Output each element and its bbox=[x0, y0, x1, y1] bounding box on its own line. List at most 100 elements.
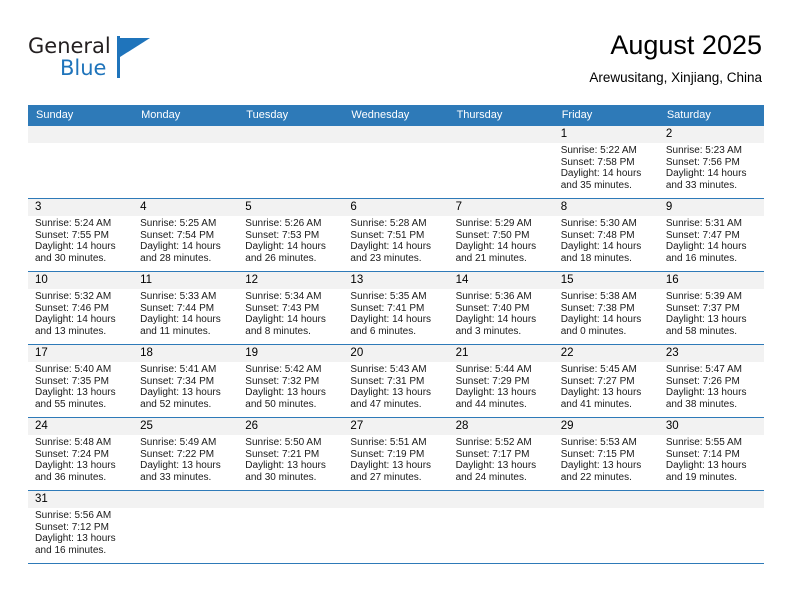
day-sun-info: Sunrise: 5:38 AM Sunset: 7:38 PM Daylight:… bbox=[554, 289, 659, 337]
calendar-day-cell[interactable]: 31 Sunrise: 5:56 AM Sunset: 7:12 PM Dayligh… bbox=[28, 491, 134, 563]
calendar-day-cell[interactable]: 26 Sunrise: 5:50 AM Sunset: 7:21 PM Dayligh… bbox=[238, 418, 344, 490]
daylight-text-line2: and 35 minutes. bbox=[560, 179, 632, 191]
sunset-text: Sunset: 7:14 PM bbox=[665, 448, 740, 460]
sunrise-text: Sunrise: 5:32 AM bbox=[35, 291, 112, 302]
calendar-day-cell[interactable]: 5 Sunrise: 5:26 AM Sunset: 7:53 PM Daylight… bbox=[238, 199, 344, 271]
daylight-text-line1: Daylight: 14 hours bbox=[140, 314, 221, 326]
calendar-day-cell[interactable]: 29 Sunrise: 5:53 AM Sunset: 7:15 PM Dayligh… bbox=[553, 418, 659, 490]
page-title: August 2025 bbox=[610, 30, 762, 60]
daylight-text-line2: and 8 minutes. bbox=[245, 325, 311, 337]
calendar-day-cell[interactable]: 13 Sunrise: 5:35 AM Sunset: 7:41 PM Dayligh… bbox=[343, 272, 449, 344]
calendar-day-cell[interactable]: 28 Sunrise: 5:52 AM Sunset: 7:17 PM Dayligh… bbox=[448, 418, 554, 490]
calendar-day-cell[interactable]: 15 Sunrise: 5:38 AM Sunset: 7:38 PM Dayligh… bbox=[553, 272, 659, 344]
sunset-text: Sunset: 7:32 PM bbox=[245, 375, 320, 387]
day-number: 30 bbox=[658, 418, 764, 435]
sunrise-text: Sunrise: 5:29 AM bbox=[455, 218, 532, 229]
calendar-day-cell[interactable]: 27 Sunrise: 5:51 AM Sunset: 7:19 PM Dayligh… bbox=[343, 418, 449, 490]
sunrise-text: Sunrise: 5:50 AM bbox=[245, 437, 322, 448]
day-number: 27 bbox=[343, 418, 449, 435]
sunset-text: Sunset: 7:44 PM bbox=[140, 302, 215, 314]
day-sun-info: Sunrise: 5:51 AM Sunset: 7:19 PM Daylight:… bbox=[343, 435, 448, 483]
sunrise-text: Sunrise: 5:25 AM bbox=[140, 218, 217, 229]
calendar-day-cell[interactable]: 18 Sunrise: 5:41 AM Sunset: 7:34 PM Dayligh… bbox=[133, 345, 239, 417]
sunset-text: Sunset: 7:34 PM bbox=[140, 375, 215, 387]
daylight-text-line1: Daylight: 13 hours bbox=[350, 460, 432, 472]
daylight-text-line2: and 6 minutes. bbox=[350, 325, 417, 337]
sunset-text: Sunset: 7:41 PM bbox=[350, 302, 425, 314]
calendar-day-cell[interactable]: 24 Sunrise: 5:48 AM Sunset: 7:24 PM Dayligh… bbox=[28, 418, 134, 490]
calendar-day-cell[interactable]: 20 Sunrise: 5:43 AM Sunset: 7:31 PM Dayligh… bbox=[343, 345, 449, 417]
calendar-day-cell[interactable]: 4 Sunrise: 5:25 AM Sunset: 7:54 PM Daylight… bbox=[133, 199, 239, 271]
calendar-day-cell[interactable]: 3 Sunrise: 5:24 AM Sunset: 7:55 PM Daylight… bbox=[28, 199, 134, 271]
daylight-text-line2: and 50 minutes. bbox=[245, 398, 317, 410]
day-sun-info: Sunrise: 5:50 AM Sunset: 7:21 PM Daylight:… bbox=[238, 435, 343, 483]
logo-text-blue: Blue bbox=[60, 56, 107, 80]
sunrise-text: Sunrise: 5:44 AM bbox=[455, 364, 532, 375]
day-number bbox=[343, 491, 449, 508]
calendar-day-cell[interactable]: 12 Sunrise: 5:34 AM Sunset: 7:43 PM Dayligh… bbox=[238, 272, 344, 344]
day-sun-info: Sunrise: 5:53 AM Sunset: 7:15 PM Daylight:… bbox=[554, 435, 659, 483]
general-blue-logo[interactable]: General Blue bbox=[28, 34, 228, 90]
day-number bbox=[238, 491, 344, 508]
daylight-text-line2: and 13 minutes. bbox=[35, 325, 107, 337]
daylight-text-line1: Daylight: 13 hours bbox=[35, 460, 116, 472]
day-number bbox=[343, 126, 449, 143]
weekday-header-saturday: Saturday bbox=[666, 109, 711, 121]
calendar-day-cell[interactable]: 30 Sunrise: 5:55 AM Sunset: 7:14 PM Dayligh… bbox=[658, 418, 764, 490]
calendar-day-cell-empty bbox=[238, 126, 344, 198]
calendar-day-cell[interactable]: 17 Sunrise: 5:40 AM Sunset: 7:35 PM Dayligh… bbox=[28, 345, 134, 417]
weekday-header-wednesday: Wednesday bbox=[351, 109, 410, 121]
calendar-day-cell[interactable]: 9 Sunrise: 5:31 AM Sunset: 7:47 PM Daylight… bbox=[658, 199, 764, 271]
calendar-day-cell[interactable]: 6 Sunrise: 5:28 AM Sunset: 7:51 PM Daylight… bbox=[343, 199, 449, 271]
day-number: 22 bbox=[553, 345, 659, 362]
day-number: 15 bbox=[553, 272, 659, 289]
daylight-text-line2: and 23 minutes. bbox=[350, 252, 422, 264]
daylight-text-line2: and 27 minutes. bbox=[350, 471, 422, 483]
sunset-text: Sunset: 7:50 PM bbox=[455, 229, 530, 241]
daylight-text-line2: and 16 minutes. bbox=[35, 544, 107, 556]
calendar-day-cell[interactable]: 16 Sunrise: 5:39 AM Sunset: 7:37 PM Dayligh… bbox=[658, 272, 764, 344]
day-number: 11 bbox=[133, 272, 239, 289]
weekday-header-row: Sunday Monday Tuesday Wednesday Thursday… bbox=[28, 105, 764, 126]
calendar-day-cell[interactable]: 23 Sunrise: 5:47 AM Sunset: 7:26 PM Dayligh… bbox=[658, 345, 764, 417]
day-sun-info: Sunrise: 5:32 AM Sunset: 7:46 PM Daylight:… bbox=[28, 289, 133, 337]
daylight-text-line2: and 36 minutes. bbox=[35, 471, 107, 483]
daylight-text-line2: and 24 minutes. bbox=[455, 471, 527, 483]
sunset-text: Sunset: 7:38 PM bbox=[560, 302, 635, 314]
weekday-header-tuesday: Tuesday bbox=[246, 109, 289, 121]
day-number: 7 bbox=[448, 199, 554, 216]
day-number: 20 bbox=[343, 345, 449, 362]
daylight-text-line1: Daylight: 13 hours bbox=[350, 387, 432, 399]
sunset-text: Sunset: 7:51 PM bbox=[350, 229, 425, 241]
daylight-text-line2: and 26 minutes. bbox=[245, 252, 317, 264]
daylight-text-line1: Daylight: 14 hours bbox=[245, 314, 326, 326]
calendar-week-row: 24 Sunrise: 5:48 AM Sunset: 7:24 PM Dayligh… bbox=[28, 418, 764, 491]
daylight-text-line1: Daylight: 14 hours bbox=[560, 168, 642, 180]
calendar-day-cell[interactable]: 2 Sunrise: 5:23 AM Sunset: 7:56 PM Daylight… bbox=[658, 126, 764, 198]
daylight-text-line2: and 47 minutes. bbox=[350, 398, 422, 410]
calendar-day-cell[interactable]: 21 Sunrise: 5:44 AM Sunset: 7:29 PM Dayligh… bbox=[448, 345, 554, 417]
sunset-text: Sunset: 7:47 PM bbox=[665, 229, 740, 241]
calendar-day-cell[interactable]: 22 Sunrise: 5:45 AM Sunset: 7:27 PM Dayligh… bbox=[553, 345, 659, 417]
sunrise-text: Sunrise: 5:31 AM bbox=[665, 218, 742, 229]
day-number bbox=[238, 126, 344, 143]
sunrise-text: Sunrise: 5:55 AM bbox=[665, 437, 742, 448]
calendar-day-cell[interactable]: 14 Sunrise: 5:36 AM Sunset: 7:40 PM Dayligh… bbox=[448, 272, 554, 344]
day-number: 5 bbox=[238, 199, 344, 216]
day-number: 14 bbox=[448, 272, 554, 289]
sunset-text: Sunset: 7:17 PM bbox=[455, 448, 530, 460]
day-sun-info: Sunrise: 5:52 AM Sunset: 7:17 PM Daylight:… bbox=[449, 435, 554, 483]
calendar-day-cell[interactable]: 1 Sunrise: 5:22 AM Sunset: 7:58 PM Daylight… bbox=[553, 126, 659, 198]
calendar-day-cell[interactable]: 8 Sunrise: 5:30 AM Sunset: 7:48 PM Daylight… bbox=[553, 199, 659, 271]
calendar-day-cell[interactable]: 11 Sunrise: 5:33 AM Sunset: 7:44 PM Dayligh… bbox=[133, 272, 239, 344]
calendar-day-cell[interactable]: 10 Sunrise: 5:32 AM Sunset: 7:46 PM Dayligh… bbox=[28, 272, 134, 344]
daylight-text-line1: Daylight: 13 hours bbox=[245, 460, 326, 472]
calendar-day-cell[interactable]: 25 Sunrise: 5:49 AM Sunset: 7:22 PM Dayligh… bbox=[133, 418, 239, 490]
day-number: 21 bbox=[448, 345, 554, 362]
daylight-text-line1: Daylight: 14 hours bbox=[455, 314, 537, 326]
calendar-week-row: 3 Sunrise: 5:24 AM Sunset: 7:55 PM Daylight… bbox=[28, 199, 764, 272]
calendar-day-cell[interactable]: 7 Sunrise: 5:29 AM Sunset: 7:50 PM Daylight… bbox=[448, 199, 554, 271]
calendar-day-cell[interactable]: 19 Sunrise: 5:42 AM Sunset: 7:32 PM Dayligh… bbox=[238, 345, 344, 417]
sunrise-text: Sunrise: 5:47 AM bbox=[665, 364, 742, 375]
day-number: 23 bbox=[658, 345, 764, 362]
